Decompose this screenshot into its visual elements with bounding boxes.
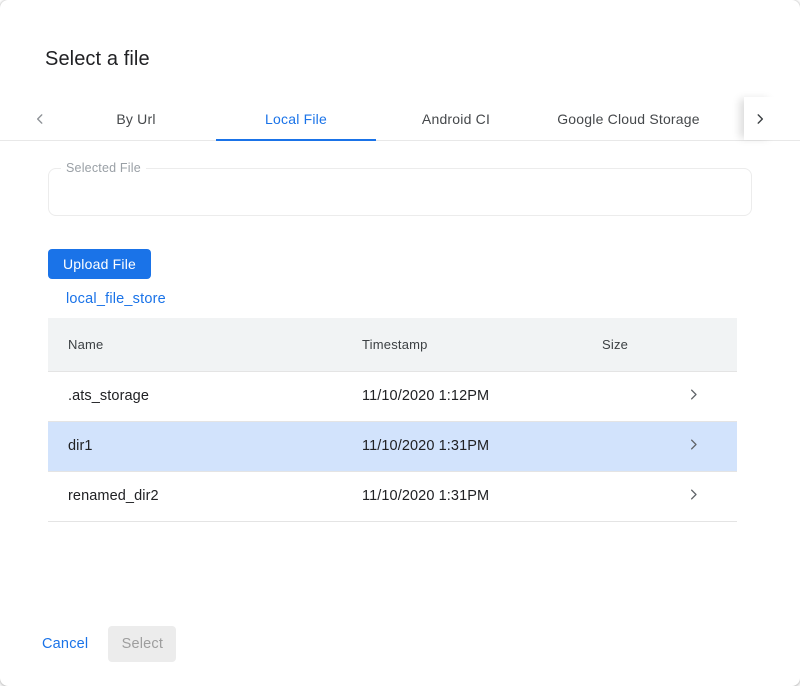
tabs-previous-button[interactable]: [24, 97, 56, 140]
tab-label: By Url: [116, 111, 155, 127]
chevron-right-icon[interactable]: [686, 437, 701, 452]
selected-file-field: Selected File: [48, 168, 752, 216]
select-file-dialog: Select a file By Url Local File Android …: [0, 0, 800, 686]
cell-timestamp: 11/10/2020 1:12PM: [362, 371, 602, 421]
tab-google-cloud-storage[interactable]: Google Cloud Storage: [536, 97, 721, 140]
tab-label: Android CI: [422, 111, 490, 127]
upload-file-button[interactable]: Upload File: [48, 249, 151, 279]
column-header-name: Name: [48, 318, 362, 371]
tabs-next-button[interactable]: [744, 97, 776, 140]
tab-bar: By Url Local File Android CI Google Clou…: [0, 97, 800, 141]
cell-timestamp: 11/10/2020 1:31PM: [362, 421, 602, 471]
tab-by-url[interactable]: By Url: [56, 97, 216, 140]
cell-timestamp: 11/10/2020 1:31PM: [362, 471, 602, 521]
cancel-button[interactable]: Cancel: [34, 626, 96, 662]
tab-label: Google Cloud Storage: [557, 111, 700, 127]
cell-name: dir1: [48, 421, 362, 471]
chevron-left-icon: [33, 112, 47, 126]
table-row[interactable]: dir1 11/10/2020 1:31PM: [48, 421, 737, 471]
table-header-row: Name Timestamp Size: [48, 318, 737, 371]
cell-size: [602, 471, 650, 521]
selected-file-label: Selected File: [61, 161, 146, 175]
column-header-actions: [650, 318, 737, 371]
tab-local-file[interactable]: Local File: [216, 97, 376, 140]
column-header-timestamp: Timestamp: [362, 318, 602, 371]
column-header-size: Size: [602, 318, 650, 371]
file-table: Name Timestamp Size .ats_storage 11/10/2…: [48, 318, 737, 522]
dialog-actions: Cancel Select: [34, 626, 176, 662]
cell-name: renamed_dir2: [48, 471, 362, 521]
dialog-title: Select a file: [45, 48, 150, 71]
table-row[interactable]: renamed_dir2 11/10/2020 1:31PM: [48, 471, 737, 521]
cell-size: [602, 371, 650, 421]
chevron-right-icon[interactable]: [686, 387, 701, 402]
chevron-right-icon[interactable]: [686, 487, 701, 502]
table-row[interactable]: .ats_storage 11/10/2020 1:12PM: [48, 371, 737, 421]
tab-label: Local File: [265, 111, 327, 127]
tab-android-ci[interactable]: Android CI: [376, 97, 536, 140]
selected-file-input[interactable]: [49, 169, 751, 215]
local-file-store-link[interactable]: local_file_store: [66, 291, 166, 307]
chevron-right-icon: [753, 112, 767, 126]
select-button[interactable]: Select: [108, 626, 176, 662]
cell-name: .ats_storage: [48, 371, 362, 421]
cell-size: [602, 421, 650, 471]
